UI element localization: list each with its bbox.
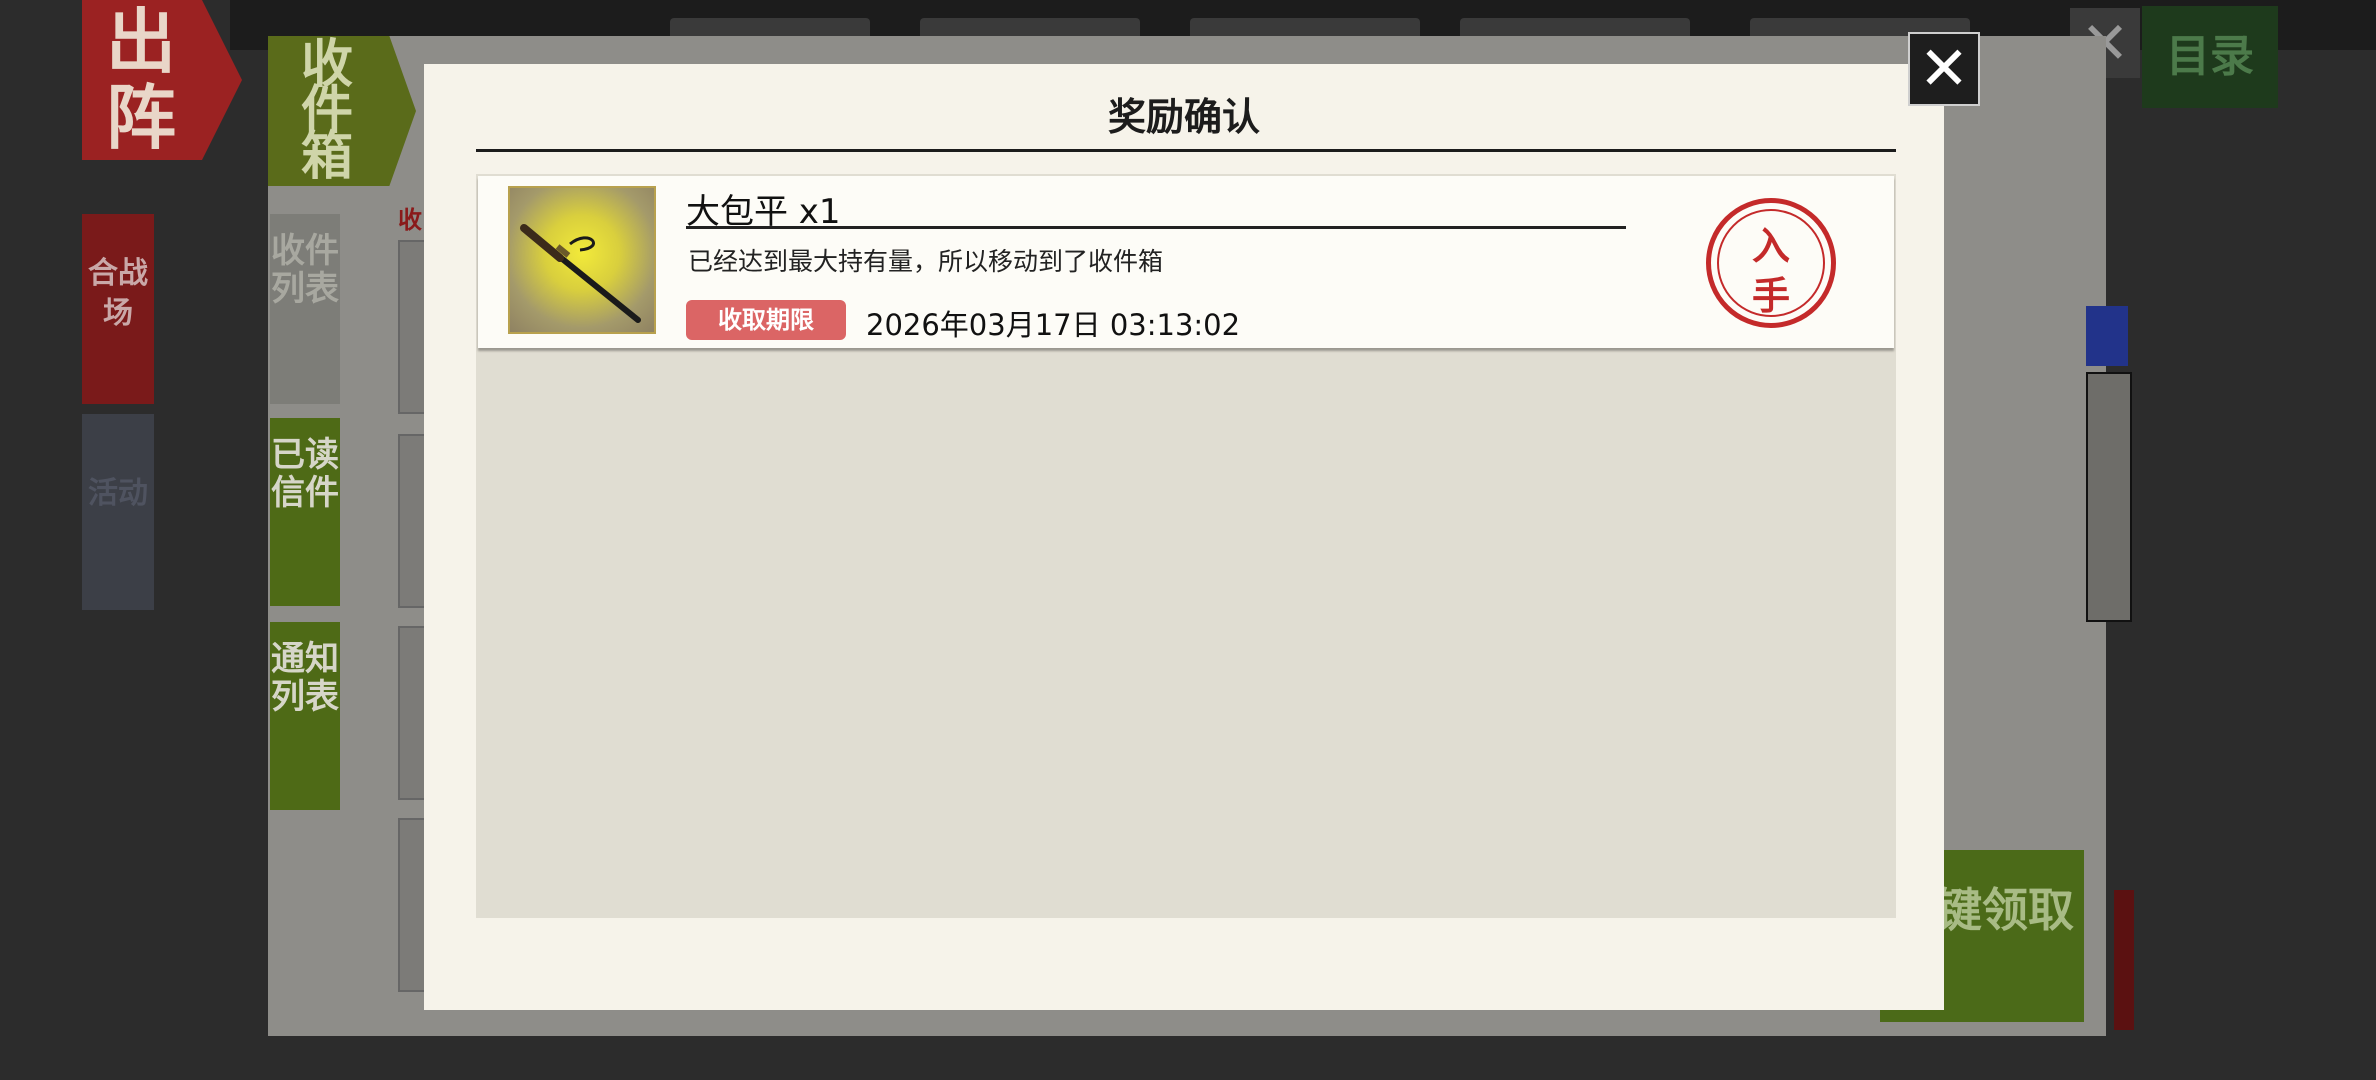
dialog-title: 奖励确认 (1107, 94, 1260, 139)
inbox-title: 收件箱 (268, 36, 416, 186)
stamp-text: 手 (1751, 273, 1790, 318)
katana-icon (508, 186, 656, 334)
item-description: 已经达到最大持有量，所以移动到了收件箱 (688, 247, 1164, 276)
side-indicator (2114, 890, 2134, 1030)
catalog-button[interactable]: 目录 (2142, 6, 2278, 108)
detail-frame (2086, 372, 2132, 622)
deadline-badge: 收取期限 (686, 300, 846, 340)
divider (686, 226, 1626, 229)
side-tab-battlefield[interactable]: 合战场 (82, 214, 154, 404)
tab-notice-list[interactable]: 通知列表 (270, 622, 340, 810)
side-tab-event[interactable]: 活动 (82, 414, 154, 610)
divider (476, 149, 1896, 152)
obtained-stamp: 入 手 (1706, 198, 1836, 328)
tab-read-mail[interactable]: 已读信件 (270, 418, 340, 606)
inbox-title-text: 收件箱 (300, 34, 353, 187)
sortie-label: 出阵 (106, 0, 176, 159)
stamp-text: 入 (1751, 223, 1790, 268)
inbox-list-label: 收 (398, 206, 422, 234)
side-indicator (2086, 306, 2128, 366)
tab-inbox-list[interactable]: 收件列表 (270, 214, 340, 404)
deadline-value: 2026年03月17日 03:13:02 (866, 308, 1241, 342)
close-icon[interactable]: ✕ (1908, 32, 1980, 106)
